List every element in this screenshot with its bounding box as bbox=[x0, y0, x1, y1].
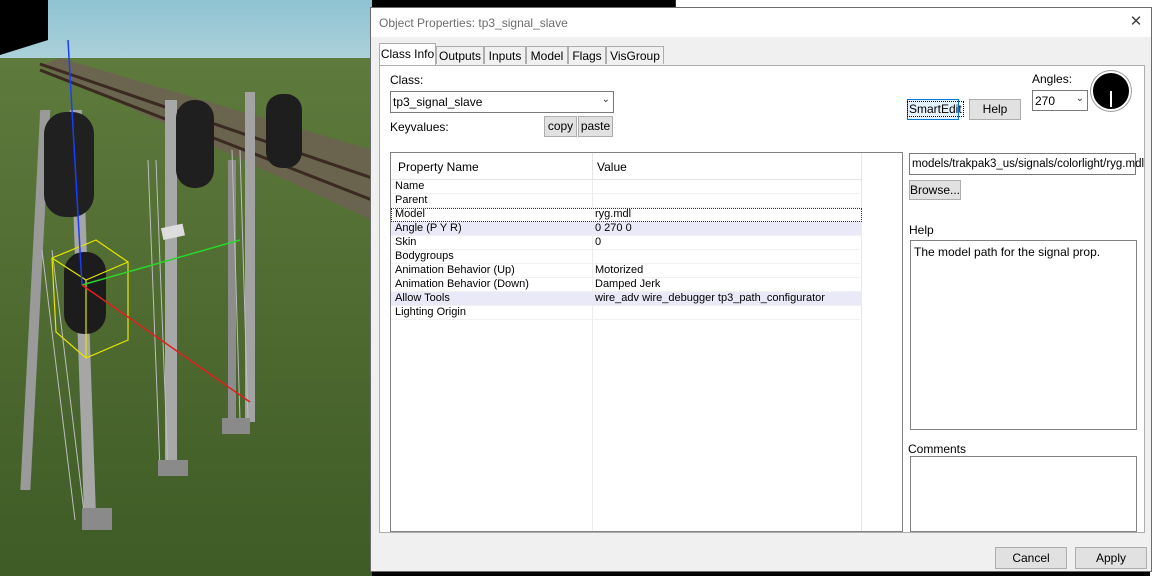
copy-button[interactable]: copy bbox=[544, 116, 577, 137]
table-row[interactable]: Lighting Origin bbox=[391, 306, 862, 320]
property-value: ryg.mdl bbox=[595, 208, 632, 220]
cancel-button[interactable]: Cancel bbox=[995, 547, 1067, 569]
property-value: wire_adv wire_debugger tp3_path_configur… bbox=[595, 292, 825, 304]
smartedit-button[interactable]: SmartEdit bbox=[907, 99, 964, 120]
keyvalues-label: Keyvalues: bbox=[390, 120, 449, 134]
tab-model[interactable]: Model bbox=[526, 46, 568, 64]
tab-visgroup[interactable]: VisGroup bbox=[606, 46, 664, 64]
chevron-down-icon: ⌄ bbox=[1075, 93, 1084, 104]
help-section-label: Help bbox=[909, 223, 934, 237]
help-text: The model path for the signal prop. bbox=[914, 245, 1101, 259]
property-name: Allow Tools bbox=[395, 292, 450, 304]
class-label: Class: bbox=[390, 73, 424, 87]
close-button[interactable]: ✕ bbox=[1127, 13, 1145, 31]
property-name: Skin bbox=[395, 236, 417, 248]
angle-dial-needle bbox=[1110, 91, 1112, 107]
property-value: 0 bbox=[595, 236, 602, 248]
angles-select-value: 270 bbox=[1035, 94, 1056, 108]
column-separator bbox=[861, 153, 862, 179]
property-name: Animation Behavior (Down) bbox=[395, 278, 529, 290]
table-row[interactable]: Parent bbox=[391, 194, 862, 208]
tab-outputs[interactable]: Outputs bbox=[436, 46, 484, 64]
column-header-value[interactable]: Value bbox=[597, 160, 627, 174]
angles-select[interactable]: 270 ⌄ bbox=[1032, 90, 1088, 111]
viewport-scene bbox=[0, 0, 372, 576]
column-separator bbox=[592, 153, 593, 179]
chevron-down-icon: ⌄ bbox=[601, 94, 610, 105]
table-row[interactable]: Angle (P Y R) 0 270 0 bbox=[391, 222, 862, 236]
table-row[interactable]: Animation Behavior (Down) Damped Jerk bbox=[391, 278, 862, 292]
model-path-field[interactable]: models/trakpak3_us/signals/colorlight/ry… bbox=[909, 153, 1144, 175]
property-value: Motorized bbox=[595, 264, 644, 276]
property-value: Damped Jerk bbox=[595, 278, 661, 290]
tab-flags[interactable]: Flags bbox=[568, 46, 606, 64]
property-name: Bodygroups bbox=[395, 250, 454, 262]
dialog-title: Object Properties: tp3_signal_slave bbox=[379, 16, 568, 30]
table-row[interactable]: Bodygroups bbox=[391, 250, 862, 264]
grid-body: Name Parent Model ryg.mdl Angle (P Y R) 0 … bbox=[391, 180, 862, 320]
column-header-property-name[interactable]: Property Name bbox=[398, 160, 479, 174]
tab-class-info[interactable]: Class Info bbox=[379, 43, 436, 65]
comments-label: Comments bbox=[908, 442, 967, 456]
property-name: Parent bbox=[395, 194, 428, 206]
keyvalues-grid: Property Name Value Name Parent Model ryg… bbox=[390, 152, 903, 532]
grid-header: Property Name Value bbox=[391, 153, 862, 180]
angles-label: Angles: bbox=[1032, 72, 1073, 86]
class-select[interactable]: tp3_signal_slave ⌄ bbox=[390, 91, 614, 113]
property-name: Model bbox=[395, 208, 425, 220]
table-row[interactable]: Skin 0 bbox=[391, 236, 862, 250]
table-row-selected[interactable]: Model ryg.mdl bbox=[391, 208, 862, 222]
table-row[interactable]: Name bbox=[391, 180, 862, 194]
table-row[interactable]: Allow Tools wire_adv wire_debugger tp3_pa… bbox=[391, 292, 862, 306]
property-name: Animation Behavior (Up) bbox=[395, 264, 515, 276]
apply-button[interactable]: Apply bbox=[1075, 547, 1147, 569]
angle-dial[interactable] bbox=[1091, 71, 1131, 111]
class-select-value: tp3_signal_slave bbox=[393, 95, 483, 109]
property-name: Angle (P Y R) bbox=[395, 222, 462, 234]
object-properties-dialog: Object Properties: tp3_signal_slave ✕ Cl… bbox=[370, 7, 1152, 572]
paste-button[interactable]: paste bbox=[578, 116, 613, 137]
comments-field[interactable] bbox=[910, 456, 1137, 532]
smartedit-label: SmartEdit bbox=[907, 101, 964, 117]
property-name: Lighting Origin bbox=[395, 306, 466, 318]
help-button[interactable]: Help bbox=[969, 99, 1021, 120]
property-name: Name bbox=[395, 180, 425, 192]
3d-viewport[interactable] bbox=[0, 0, 372, 576]
help-text-box: The model path for the signal prop. bbox=[910, 240, 1137, 430]
class-info-panel: Class: tp3_signal_slave ⌄ Keyvalues: cop… bbox=[379, 65, 1145, 533]
model-path-value: models/trakpak3_us/signals/colorlight/ry… bbox=[912, 158, 1145, 170]
browse-button[interactable]: Browse... bbox=[909, 180, 961, 200]
tab-inputs[interactable]: Inputs bbox=[484, 46, 526, 64]
dialog-titlebar[interactable]: Object Properties: tp3_signal_slave ✕ bbox=[371, 8, 1151, 37]
property-value: 0 270 0 bbox=[595, 222, 632, 234]
table-row[interactable]: Animation Behavior (Up) Motorized bbox=[391, 264, 862, 278]
